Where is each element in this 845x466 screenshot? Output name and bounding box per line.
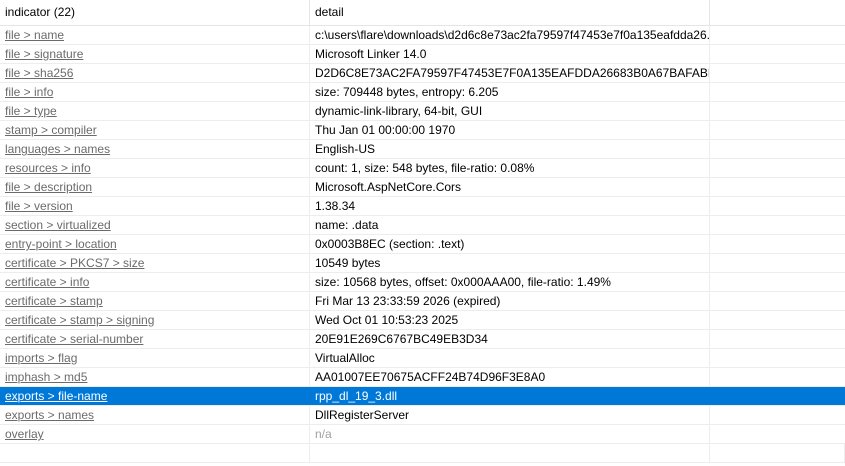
indicator-table: indicator (22) detail file > name c:\use… [0, 0, 845, 466]
indicator-link[interactable]: imports > flag [0, 349, 310, 367]
detail-text: DllRegisterServer [310, 406, 710, 424]
empty-cell [710, 235, 845, 253]
detail-text: 10549 bytes [310, 254, 710, 272]
indicator-link[interactable]: file > name [0, 26, 310, 44]
empty-cell [710, 387, 845, 405]
table-row[interactable]: certificate > serial-number 20E91E269C67… [0, 330, 845, 349]
empty-cell [710, 254, 845, 272]
detail-text: count: 1, size: 548 bytes, file-ratio: 0… [310, 159, 710, 177]
indicator-link[interactable]: exports > names [0, 406, 310, 424]
indicator-link[interactable]: entry-point > location [0, 235, 310, 253]
indicator-link[interactable]: file > info [0, 83, 310, 101]
table-row-empty [0, 444, 845, 463]
indicator-link[interactable]: exports > file-name [0, 387, 310, 405]
detail-text: 1.38.34 [310, 197, 710, 215]
table-header: indicator (22) detail [0, 0, 845, 26]
column-header-indicator[interactable]: indicator (22) [0, 0, 310, 25]
column-header-empty [710, 0, 845, 25]
detail-text: Wed Oct 01 10:53:23 2025 [310, 311, 710, 329]
table-row[interactable]: file > description Microsoft.AspNetCore.… [0, 178, 845, 197]
empty-cell [710, 121, 845, 139]
empty-cell [710, 330, 845, 348]
column-header-detail[interactable]: detail [310, 0, 710, 25]
detail-text: 20E91E269C6767BC49EB3D34 [310, 330, 710, 348]
empty-cell [710, 102, 845, 120]
table-row[interactable]: file > version 1.38.34 [0, 197, 845, 216]
empty-cell [710, 349, 845, 367]
detail-text: c:\users\flare\downloads\d2d6c8e73ac2fa7… [310, 26, 710, 44]
table-row-selected[interactable]: exports > file-name rpp_dl_19_3.dll [0, 387, 845, 406]
indicator-link[interactable]: file > description [0, 178, 310, 196]
table-body: file > name c:\users\flare\downloads\d2d… [0, 26, 845, 463]
detail-text: rpp_dl_19_3.dll [310, 387, 710, 405]
empty-cell [710, 64, 845, 82]
detail-text: D2D6C8E73AC2FA79597F47453E7F0A135EAFDDA2… [310, 64, 710, 82]
empty-cell [710, 368, 845, 386]
detail-text: Microsoft Linker 14.0 [310, 45, 710, 63]
empty-cell [710, 273, 845, 291]
detail-text: Microsoft.AspNetCore.Cors [310, 178, 710, 196]
empty-cell [710, 140, 845, 158]
empty-cell [710, 425, 845, 443]
table-row[interactable]: overlay n/a [0, 425, 845, 444]
empty-cell [710, 26, 845, 44]
indicator-link[interactable]: certificate > stamp > signing [0, 311, 310, 329]
empty-cell [710, 406, 845, 424]
indicator-link[interactable]: resources > info [0, 159, 310, 177]
detail-text: Fri Mar 13 23:33:59 2026 (expired) [310, 292, 710, 310]
table-row[interactable]: certificate > PKCS7 > size 10549 bytes [0, 254, 845, 273]
empty-cell [710, 45, 845, 63]
detail-text: AA01007EE70675ACFF24B74D96F3E8A0 [310, 368, 710, 386]
table-row[interactable]: entry-point > location 0x0003B8EC (secti… [0, 235, 845, 254]
detail-text: 0x0003B8EC (section: .text) [310, 235, 710, 253]
table-row[interactable]: imports > flag VirtualAlloc [0, 349, 845, 368]
detail-text: n/a [310, 425, 710, 443]
table-row[interactable]: file > signature Microsoft Linker 14.0 [0, 45, 845, 64]
detail-text: VirtualAlloc [310, 349, 710, 367]
detail-text: English-US [310, 140, 710, 158]
empty-cell [710, 216, 845, 234]
indicator-link[interactable]: file > version [0, 197, 310, 215]
indicator-link[interactable]: certificate > serial-number [0, 330, 310, 348]
indicator-link[interactable]: file > sha256 [0, 64, 310, 82]
table-row[interactable]: section > virtualized name: .data [0, 216, 845, 235]
detail-text: size: 709448 bytes, entropy: 6.205 [310, 83, 710, 101]
empty-cell [710, 197, 845, 215]
indicator-link[interactable]: imphash > md5 [0, 368, 310, 386]
table-row[interactable]: resources > info count: 1, size: 548 byt… [0, 159, 845, 178]
table-row[interactable]: file > info size: 709448 bytes, entropy:… [0, 83, 845, 102]
table-row[interactable]: certificate > info size: 10568 bytes, of… [0, 273, 845, 292]
table-row[interactable]: file > type dynamic-link-library, 64-bit… [0, 102, 845, 121]
table-row[interactable]: stamp > compiler Thu Jan 01 00:00:00 197… [0, 121, 845, 140]
detail-text: Thu Jan 01 00:00:00 1970 [310, 121, 710, 139]
table-row[interactable]: certificate > stamp > signing Wed Oct 01… [0, 311, 845, 330]
empty-cell [310, 444, 710, 462]
indicator-link[interactable]: stamp > compiler [0, 121, 310, 139]
empty-cell [710, 311, 845, 329]
table-row[interactable]: exports > names DllRegisterServer [0, 406, 845, 425]
empty-cell [710, 159, 845, 177]
indicator-link[interactable]: certificate > PKCS7 > size [0, 254, 310, 272]
detail-text: dynamic-link-library, 64-bit, GUI [310, 102, 710, 120]
table-row[interactable]: file > sha256 D2D6C8E73AC2FA79597F47453E… [0, 64, 845, 83]
empty-cell [710, 444, 845, 462]
indicator-link[interactable]: certificate > info [0, 273, 310, 291]
detail-text: size: 10568 bytes, offset: 0x000AAA00, f… [310, 273, 710, 291]
detail-text: name: .data [310, 216, 710, 234]
table-row[interactable]: file > name c:\users\flare\downloads\d2d… [0, 26, 845, 45]
empty-cell [710, 292, 845, 310]
indicator-link[interactable]: file > type [0, 102, 310, 120]
table-row[interactable]: languages > names English-US [0, 140, 845, 159]
indicator-link[interactable]: section > virtualized [0, 216, 310, 234]
table-row[interactable]: imphash > md5 AA01007EE70675ACFF24B74D96… [0, 368, 845, 387]
empty-cell [710, 83, 845, 101]
indicator-link[interactable]: file > signature [0, 45, 310, 63]
table-row[interactable]: certificate > stamp Fri Mar 13 23:33:59 … [0, 292, 845, 311]
indicator-link[interactable]: certificate > stamp [0, 292, 310, 310]
indicator-link[interactable]: overlay [0, 425, 310, 443]
empty-cell [710, 178, 845, 196]
indicator-link[interactable]: languages > names [0, 140, 310, 158]
empty-cell [0, 444, 310, 462]
